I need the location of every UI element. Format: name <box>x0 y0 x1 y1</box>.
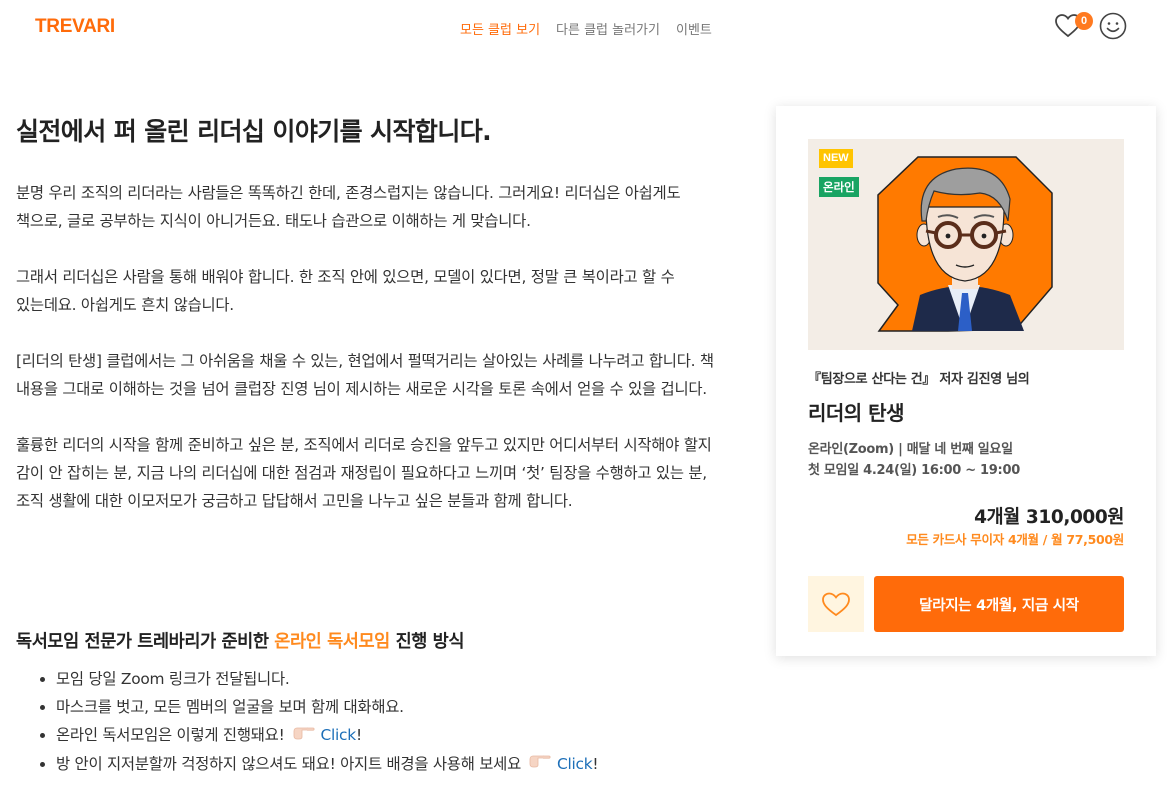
apply-button[interactable]: 달라지는 4개월, 지금 시작 <box>874 576 1124 632</box>
paragraph-4: 훌륭한 리더의 시작을 함께 준비하고 싶은 분, 조직에서 리더로 승진을 앞… <box>16 436 712 510</box>
paragraph-3: [리더의 탄생] 클럽에서는 그 아쉬움을 채울 수 있는, 현업에서 펄떡거리… <box>16 352 714 398</box>
list-item-text: 온라인 독서모임은 이렇게 진행돼요! <box>56 726 285 744</box>
online-method-list: 모임 당일 Zoom 링크가 전달됩니다. 마스크를 벗고, 모든 멤버의 얼굴… <box>16 665 599 779</box>
nav-events[interactable]: 이벤트 <box>676 19 712 38</box>
link-suffix: ! <box>355 726 362 744</box>
installment-info: 모든 카드사 무이자 4개월 / 월 77,500원 <box>906 532 1124 547</box>
nav-visit-clubs[interactable]: 다른 클럽 놀러가기 <box>556 19 660 38</box>
club-meeting-info: 온라인(Zoom) | 매달 네 번째 일요일 <box>808 442 1013 457</box>
heading-highlight: 온라인 독서모임 <box>274 632 390 652</box>
trevari-logo[interactable]: TREVARI <box>35 16 115 38</box>
article-body: 분명 우리 조직의 리더라는 사람들은 똑똑하긴 한데, 존경스럽지는 않습니다… <box>16 179 716 543</box>
heading-suffix: 진행 방식 <box>389 632 465 652</box>
list-item: 모임 당일 Zoom 링크가 전달됩니다. <box>56 665 598 693</box>
leader-portrait-illustration <box>877 156 1053 332</box>
club-leader-subtitle: 『팀장으로 산다는 건』 저자 김진영 님의 <box>808 372 1030 387</box>
club-description: 실전에서 퍼 올린 리더십 이야기를 시작합니다. 분명 우리 조직의 리더라는… <box>16 112 716 773</box>
link-suffix: ! <box>592 754 599 773</box>
background-guide-link[interactable]: Click <box>557 755 593 773</box>
list-item: 마스크를 벗고, 모든 멤버의 얼굴을 보며 함께 대화해요. <box>56 693 598 721</box>
wishlist-count-badge: 0 <box>1075 12 1093 30</box>
heart-icon <box>822 592 850 616</box>
smiley-profile-icon <box>1099 12 1127 40</box>
list-item: 방 안이 지저분할까 걱정하지 않으셔도 돼요! 아지트 배경을 사용해 보세요… <box>56 750 599 779</box>
paragraph-2: 그래서 리더십은 사람을 통해 배워야 합니다. 한 조직 안에 있으면, 모델… <box>16 268 675 314</box>
pointing-hand-icon <box>529 750 551 778</box>
nav-all-clubs[interactable]: 모든 클럽 보기 <box>460 19 540 38</box>
club-first-meeting: 첫 모임일 4.24(일) 16:00 ~ 19:00 <box>808 463 1020 478</box>
club-summary-card: NEW 온라인 『팀장으로 산다는 건』 저자 김진영 님의 리더의 탄생 온라… <box>776 106 1156 656</box>
club-title: 리더의 탄생 <box>808 401 904 425</box>
add-to-wishlist-button[interactable] <box>808 576 864 632</box>
profile-button[interactable] <box>1099 12 1127 40</box>
club-cover-image: NEW 온라인 <box>808 139 1124 350</box>
list-item-text: 마스크를 벗고, 모든 멤버의 얼굴을 보며 함께 대화해요. <box>56 698 404 716</box>
online-badge: 온라인 <box>819 177 859 197</box>
list-item: 온라인 독서모임은 이렇게 진행돼요! Click! <box>56 721 598 750</box>
heading-prefix: 독서모임 전문가 트레바리가 준비한 <box>16 632 275 652</box>
online-method-heading: 독서모임 전문가 트레바리가 준비한 온라인 독서모임 진행 방식 <box>16 628 464 653</box>
club-price: 4개월 310,000원 <box>974 507 1124 528</box>
list-item-text: 방 안이 지저분할까 걱정하지 않으셔도 돼요! 아지트 배경을 사용해 보세요 <box>56 754 521 773</box>
club-schedule: 온라인(Zoom) | 매달 네 번째 일요일 첫 모임일 4.24(일) 16… <box>808 439 1020 481</box>
online-guide-link[interactable]: Click <box>321 726 357 744</box>
new-badge: NEW <box>819 149 853 168</box>
article-title: 실전에서 퍼 올린 리더십 이야기를 시작합니다. <box>16 117 492 146</box>
pointing-hand-icon <box>293 722 315 750</box>
list-item-text: 모임 당일 Zoom 링크가 전달됩니다. <box>56 670 290 688</box>
paragraph-1: 분명 우리 조직의 리더라는 사람들은 똑똑하긴 한데, 존경스럽지는 않습니다… <box>16 184 681 230</box>
main-nav: 모든 클럽 보기 다른 클럽 놀러가기 이벤트 <box>460 19 712 38</box>
